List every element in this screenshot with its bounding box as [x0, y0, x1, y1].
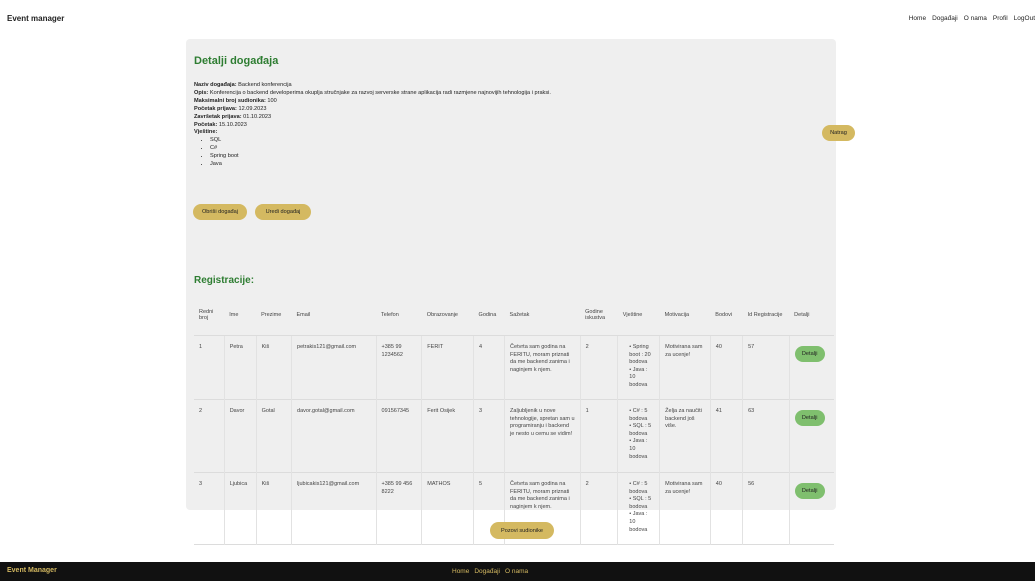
field-registration-end: Završetak prijava: 01.10.2023	[194, 113, 272, 120]
col-header: Godine iskustva	[580, 295, 618, 336]
skills-cell: Spring boot : 20 bodova Java : 10 bodova	[623, 344, 654, 390]
registrations-table: Redni broj Ime Prezime Email Telefon Obr…	[194, 295, 834, 551]
skill-item: SQL	[210, 137, 551, 145]
footer: Event Manager Home Događaji O nama	[0, 562, 1035, 581]
skills-label: Vještine:	[194, 129, 218, 136]
delete-event-button[interactable]: Obriši događaj	[193, 204, 247, 220]
footer-nav-events[interactable]: Događaji	[474, 568, 500, 575]
col-header: Motivacija	[659, 295, 711, 336]
table-header-row: Redni broj Ime Prezime Email Telefon Obr…	[194, 295, 834, 336]
nav-profile[interactable]: Profil	[993, 15, 1008, 22]
field-description: Opis: Konferencija o backend developerim…	[194, 89, 551, 96]
footer-brand: Event Manager	[7, 567, 57, 574]
col-header: Ime	[224, 295, 257, 336]
edit-event-button[interactable]: Uredi događaj	[255, 204, 311, 220]
table-row: 2 Davor Gotal davor.gotal@gmail.com 0915…	[194, 399, 834, 473]
col-header: Telefon	[376, 295, 422, 336]
col-header: Prezime	[256, 295, 292, 336]
details-button[interactable]: Detalji	[794, 410, 825, 426]
footer-nav-home[interactable]: Home	[452, 568, 469, 575]
field-max-participants: Maksimalni broj sudionika: 100	[194, 97, 277, 104]
nav-logout[interactable]: LogOut	[1014, 15, 1035, 22]
details-button[interactable]: Detalji	[794, 346, 825, 362]
table-row: 1 Petra Kiš petrakis121@gmail.com +385 9…	[194, 335, 834, 400]
field-registration-start: Početak prijava: 12.09.2023	[194, 105, 267, 112]
back-button[interactable]: Natrag	[822, 125, 855, 141]
top-navbar: Event manager Home Događaji O nama Profi…	[0, 0, 1035, 36]
skills-list: SQL C# Spring boot Java	[194, 137, 551, 169]
nav-about[interactable]: O nama	[964, 15, 987, 22]
registrations-title: Registracije:	[194, 275, 255, 286]
skills-cell: C# : 5 bodova SQL : 5 bodova Java : 10 b…	[623, 408, 654, 461]
brand-logo[interactable]: Event manager	[7, 14, 64, 23]
skill-item: C#	[210, 145, 551, 153]
page-title: Detalji događaja	[194, 55, 279, 67]
field-name: Naziv događaja: Backend konferencija	[194, 82, 292, 88]
col-header: Vještine	[617, 295, 660, 336]
event-details-card: Detalji događaja Naziv događaja: Backend…	[186, 39, 855, 551]
invite-participants-button[interactable]: Pozovi sudionike	[490, 522, 554, 539]
table-end-row	[194, 544, 834, 551]
col-header: Detalji	[789, 295, 834, 336]
field-start: Početak: 15.10.2023	[194, 121, 247, 128]
col-header: Email	[291, 295, 377, 336]
col-header: Godina	[473, 295, 505, 336]
top-nav: Home Događaji O nama Profil LogOut	[909, 15, 1035, 22]
col-header: Id Registracije	[742, 295, 790, 336]
col-header: Obrazovanje	[421, 295, 474, 336]
skills-cell: C# : 5 bodova SQL : 5 bodova Java : 10 b…	[623, 481, 654, 534]
footer-nav-about[interactable]: O nama	[505, 568, 528, 575]
skill-item: Java	[210, 161, 551, 169]
skill-item: Spring boot	[210, 153, 551, 161]
details-button[interactable]: Detalji	[794, 483, 825, 499]
nav-home[interactable]: Home	[909, 15, 926, 22]
col-header: Sažetak	[504, 295, 581, 336]
nav-events[interactable]: Događaji	[932, 15, 958, 22]
col-header: Redni broj	[194, 295, 225, 336]
col-header: Bodovi	[710, 295, 743, 336]
event-details: Naziv događaja: Backend konferencija Opi…	[194, 82, 551, 169]
footer-nav: Home Događaji O nama	[452, 568, 528, 575]
